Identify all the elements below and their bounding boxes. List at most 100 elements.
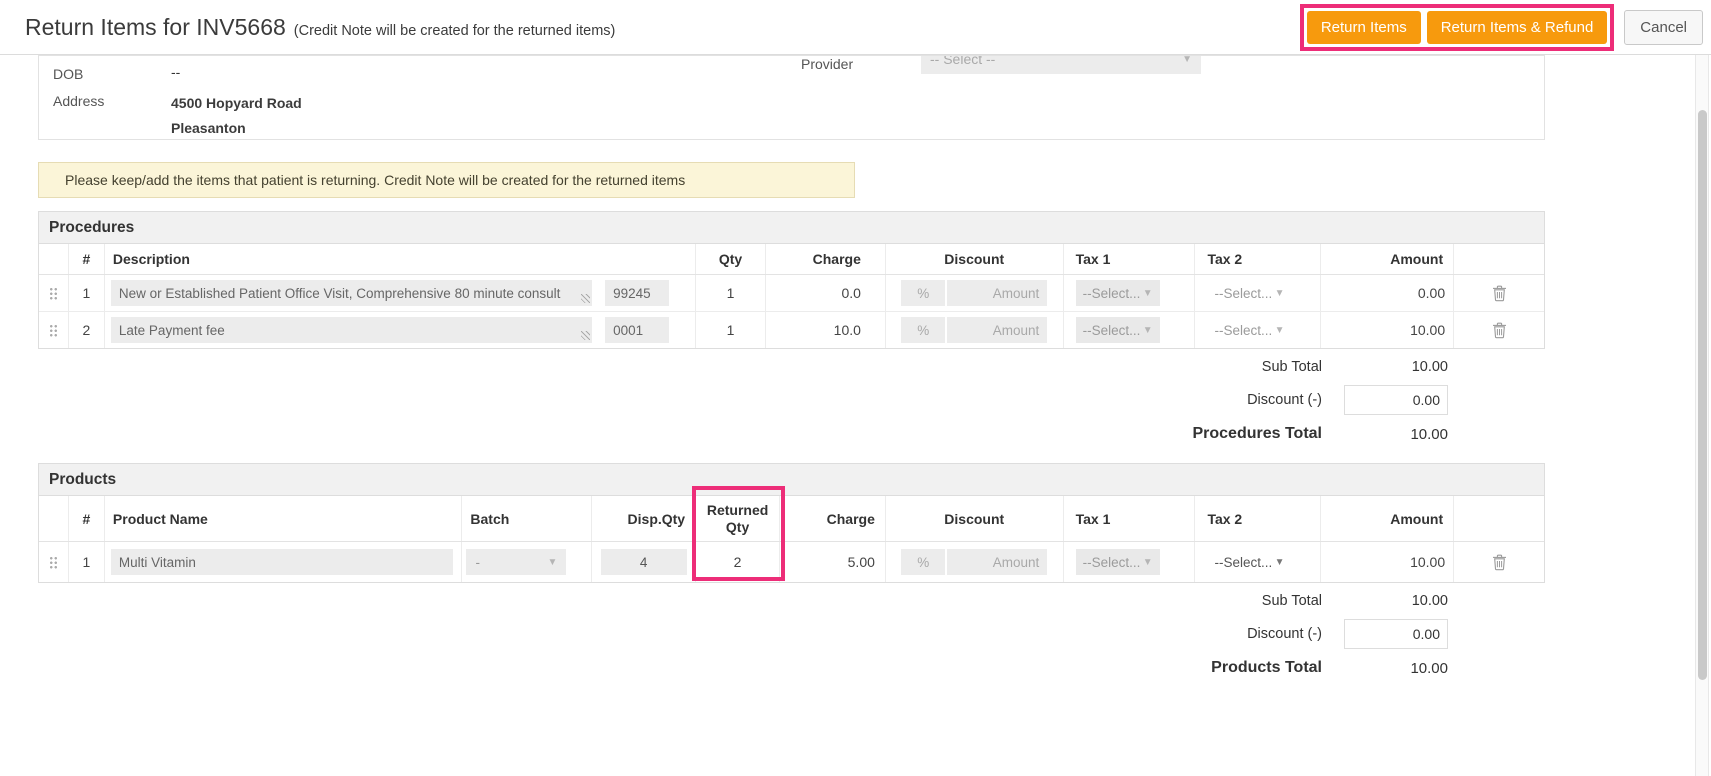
tax2-select-value: --Select... xyxy=(1214,286,1272,301)
row-number: 1 xyxy=(69,275,105,311)
tax2-select[interactable]: --Select...▼ xyxy=(1207,549,1291,575)
tax2-select-value: --Select... xyxy=(1214,555,1272,570)
disp-qty-input[interactable]: 4 xyxy=(601,549,687,575)
discount-column-header: Discount xyxy=(886,244,1064,274)
products-total-label: Products Total xyxy=(1211,659,1322,677)
tax1-select[interactable]: --Select...▼ xyxy=(1076,317,1160,343)
returned-qty-input[interactable]: 2 xyxy=(696,542,780,582)
provider-label: Provider xyxy=(801,55,921,74)
products-discount-input[interactable] xyxy=(1344,619,1448,649)
tax1-cell: --Select...▼ xyxy=(1064,275,1196,311)
charge-value: 0.0 xyxy=(766,275,886,311)
resize-grip-icon[interactable] xyxy=(581,294,590,303)
tax2-column-header: Tax 2 xyxy=(1195,496,1321,541)
products-total-row: Products Total 10.00 xyxy=(0,659,1455,677)
drag-cell xyxy=(39,275,69,311)
tax2-cell: --Select...▼ xyxy=(1195,312,1321,348)
discount-total-wrap xyxy=(1322,385,1455,415)
disp-qty-column-header: Disp.Qty xyxy=(592,496,696,541)
dob-value: -- xyxy=(171,64,180,82)
tax2-select[interactable]: --Select...▼ xyxy=(1207,317,1291,343)
description-input[interactable]: Late Payment fee xyxy=(111,317,592,343)
discount-total-label: Discount (-) xyxy=(1247,392,1322,408)
resize-grip-icon[interactable] xyxy=(581,331,590,340)
drag-handle-icon[interactable] xyxy=(49,287,58,300)
provider-select[interactable]: -- Select -- ▼ xyxy=(921,55,1201,74)
discount-cell: % Amount xyxy=(886,542,1064,582)
product-name-input[interactable]: Multi Vitamin xyxy=(111,549,454,575)
num-column-header: # xyxy=(69,244,105,274)
tax2-column-header: Tax 2 xyxy=(1195,244,1321,274)
products-totals: Sub Total 10.00 Discount (-) Products To… xyxy=(0,593,1545,677)
drag-handle-icon[interactable] xyxy=(49,324,58,337)
discount-row: Discount (-) xyxy=(0,619,1455,649)
discount-amount-input[interactable]: Amount xyxy=(947,549,1047,575)
qty-value: 1 xyxy=(696,275,766,311)
charge-value: 5.00 xyxy=(780,542,886,582)
discount-cell: % Amount xyxy=(886,275,1064,311)
products-table-header: # Product Name Batch Disp.Qty Returned Q… xyxy=(39,496,1544,542)
procedures-total-value: 10.00 xyxy=(1322,426,1455,443)
delete-row-button[interactable] xyxy=(1490,320,1509,341)
procedure-code-input[interactable]: 99245 xyxy=(605,280,669,306)
tax2-select-value: --Select... xyxy=(1214,323,1272,338)
procedures-total-row: Procedures Total 10.00 xyxy=(0,425,1455,443)
return-items-refund-button[interactable]: Return Items & Refund xyxy=(1427,11,1608,44)
cancel-button[interactable]: Cancel xyxy=(1624,10,1703,45)
qty-column-header: Qty xyxy=(696,244,766,274)
drag-handle-icon[interactable] xyxy=(49,556,58,569)
discount-row: Discount (-) xyxy=(0,385,1455,415)
discount-percent-input[interactable]: % xyxy=(901,549,945,575)
trash-icon xyxy=(1492,285,1507,302)
trash-icon xyxy=(1492,322,1507,339)
tax1-select[interactable]: --Select...▼ xyxy=(1076,280,1160,306)
return-items-button[interactable]: Return Items xyxy=(1307,11,1421,44)
procedures-section-title: Procedures xyxy=(39,212,1544,244)
delete-cell xyxy=(1454,312,1544,348)
tax2-cell: --Select...▼ xyxy=(1195,275,1321,311)
delete-cell xyxy=(1454,542,1544,582)
discount-amount-input[interactable]: Amount xyxy=(947,280,1047,306)
drag-cell xyxy=(39,542,69,582)
product-name-column-header: Product Name xyxy=(105,496,463,541)
description-input[interactable]: New or Established Patient Office Visit,… xyxy=(111,280,592,306)
address-line1: 4500 Hopyard Road xyxy=(171,91,302,116)
charge-value: 10.0 xyxy=(766,312,886,348)
scrollbar-thumb[interactable] xyxy=(1698,110,1707,680)
procedures-totals: Sub Total 10.00 Discount (-) Procedures … xyxy=(0,359,1545,443)
drag-cell xyxy=(39,312,69,348)
chevron-down-icon: ▼ xyxy=(1275,557,1285,568)
products-section: Products # Product Name Batch Disp.Qty R… xyxy=(38,463,1545,583)
amount-value: 10.00 xyxy=(1321,542,1454,582)
discount-inputs: % Amount xyxy=(901,280,1047,306)
charge-column-header: Charge xyxy=(766,244,886,274)
qty-value: 1 xyxy=(696,312,766,348)
chevron-down-icon: ▼ xyxy=(1143,325,1153,336)
title-wrap: Return Items for INV5668 (Credit Note wi… xyxy=(25,14,615,41)
num-column-header: # xyxy=(69,496,105,541)
procedure-code-input[interactable]: 0001 xyxy=(605,317,669,343)
procedures-discount-input[interactable] xyxy=(1344,385,1448,415)
amount-column-header: Amount xyxy=(1321,244,1454,274)
tax2-select[interactable]: --Select...▼ xyxy=(1207,280,1291,306)
description-text: New or Established Patient Office Visit,… xyxy=(119,286,560,301)
chevron-down-icon: ▼ xyxy=(548,557,558,568)
trash-icon xyxy=(1492,554,1507,571)
dob-label: DOB xyxy=(53,64,171,82)
delete-row-button[interactable] xyxy=(1490,552,1509,573)
vertical-scrollbar[interactable] xyxy=(1695,55,1709,776)
address-line2: Pleasanton xyxy=(171,116,302,140)
tax1-select-value: --Select... xyxy=(1083,286,1141,301)
tax1-select-value: --Select... xyxy=(1083,555,1141,570)
discount-percent-input[interactable]: % xyxy=(901,280,945,306)
disp-qty-cell: 4 xyxy=(592,542,696,582)
tax1-column-header: Tax 1 xyxy=(1064,496,1196,541)
product-row: 1 Multi Vitamin -▼ 4 2 5.00 % Amount --S… xyxy=(39,542,1544,582)
delete-row-button[interactable] xyxy=(1490,283,1509,304)
discount-percent-input[interactable]: % xyxy=(901,317,945,343)
header-actions: Return Items Return Items & Refund Cance… xyxy=(1300,4,1703,51)
tax1-select[interactable]: --Select...▼ xyxy=(1076,549,1160,575)
batch-select-value: - xyxy=(475,555,480,570)
batch-select[interactable]: -▼ xyxy=(466,549,566,575)
discount-amount-input[interactable]: Amount xyxy=(947,317,1047,343)
